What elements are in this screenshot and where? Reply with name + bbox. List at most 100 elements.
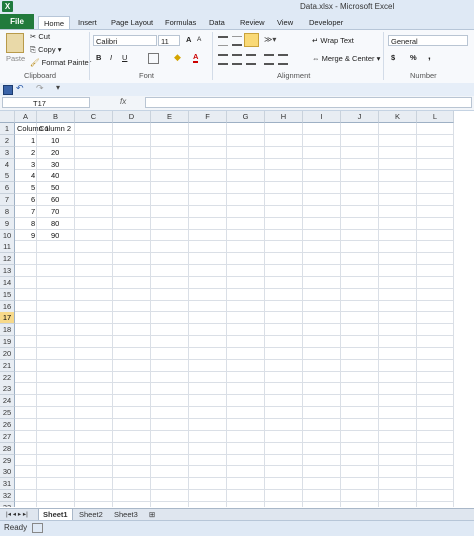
cell-b4[interactable]: 30: [51, 159, 59, 171]
cell-b3[interactable]: 20: [51, 147, 59, 159]
cut-button[interactable]: ✂ Cut: [30, 32, 50, 41]
italic-button[interactable]: I: [110, 53, 112, 62]
column-header-b[interactable]: B: [37, 111, 75, 123]
row-header-3[interactable]: 3: [0, 146, 15, 159]
row-header-30[interactable]: 30: [0, 466, 15, 479]
column-header-h[interactable]: H: [265, 111, 303, 123]
row-header-27[interactable]: 27: [0, 430, 15, 443]
tab-home[interactable]: Home: [38, 16, 70, 30]
row-header-28[interactable]: 28: [0, 442, 15, 455]
row-header-10[interactable]: 10: [0, 229, 15, 242]
insert-function-button[interactable]: fx: [120, 97, 126, 106]
row-header-16[interactable]: 16: [0, 300, 15, 313]
row-header-23[interactable]: 23: [0, 383, 15, 396]
cell-b10[interactable]: 90: [51, 230, 59, 242]
row-header-13[interactable]: 13: [0, 265, 15, 278]
row-header-25[interactable]: 25: [0, 407, 15, 420]
cell-a9[interactable]: 8: [31, 218, 35, 230]
sheet-nav-arrows-icon[interactable]: |◂ ◂ ▸ ▸|: [2, 509, 32, 520]
row-header-14[interactable]: 14: [0, 276, 15, 289]
borders-icon[interactable]: [148, 53, 159, 64]
decrease-indent-icon[interactable]: [264, 54, 274, 65]
tab-review[interactable]: Review: [240, 16, 265, 29]
align-bottom-icon[interactable]: [244, 33, 259, 47]
macro-record-icon[interactable]: [32, 523, 43, 533]
align-top-icon[interactable]: [218, 36, 228, 46]
underline-button[interactable]: U: [122, 53, 127, 62]
number-format-select[interactable]: General: [388, 35, 468, 46]
column-header-l[interactable]: L: [417, 111, 454, 123]
row-header-6[interactable]: 6: [0, 182, 15, 195]
tab-view[interactable]: View: [277, 16, 293, 29]
row-header-20[interactable]: 20: [0, 347, 15, 360]
row-header-2[interactable]: 2: [0, 134, 15, 147]
cell-a7[interactable]: 6: [31, 194, 35, 206]
row-header-19[interactable]: 19: [0, 336, 15, 349]
redo-icon[interactable]: ↷: [36, 83, 44, 94]
name-box[interactable]: T17: [2, 97, 90, 108]
font-size-select[interactable]: 11: [158, 35, 180, 46]
cell-b2[interactable]: 10: [51, 135, 59, 147]
row-header-31[interactable]: 31: [0, 478, 15, 491]
customize-toolbar-icon[interactable]: ▾: [56, 83, 60, 92]
merge-center-button[interactable]: ⇔ Merge & Center ▾: [312, 54, 380, 63]
tab-insert[interactable]: Insert: [78, 16, 97, 29]
align-left-icon[interactable]: [218, 54, 228, 65]
bold-button[interactable]: B: [96, 53, 101, 62]
select-all-corner[interactable]: [0, 111, 15, 123]
copy-button[interactable]: ⎘ Copy ▾: [30, 45, 61, 55]
row-header-18[interactable]: 18: [0, 324, 15, 337]
cell-b5[interactable]: 40: [51, 170, 59, 182]
sheet-tab-sheet2[interactable]: Sheet2: [75, 509, 107, 520]
paste-icon[interactable]: [6, 33, 24, 53]
cell-b1[interactable]: Column 2: [39, 123, 71, 135]
increase-indent-icon[interactable]: [278, 54, 288, 65]
column-header-f[interactable]: F: [189, 111, 227, 123]
column-header-a[interactable]: A: [15, 111, 37, 123]
align-middle-icon[interactable]: [232, 36, 242, 46]
column-header-k[interactable]: K: [379, 111, 417, 123]
tab-data[interactable]: Data: [209, 16, 225, 29]
sheet-tab-sheet3[interactable]: Sheet3: [110, 509, 142, 520]
row-header-21[interactable]: 21: [0, 359, 15, 372]
tab-formulas[interactable]: Formulas: [165, 16, 196, 29]
align-center-icon[interactable]: [232, 54, 242, 65]
column-header-e[interactable]: E: [151, 111, 189, 123]
font-color-button[interactable]: A: [193, 52, 199, 63]
paste-button[interactable]: Paste: [6, 54, 25, 63]
percent-button[interactable]: %: [410, 53, 417, 62]
row-header-22[interactable]: 22: [0, 371, 15, 384]
column-header-d[interactable]: D: [113, 111, 151, 123]
cell-b7[interactable]: 60: [51, 194, 59, 206]
row-header-32[interactable]: 32: [0, 490, 15, 503]
row-header-15[interactable]: 15: [0, 288, 15, 301]
row-header-8[interactable]: 8: [0, 205, 15, 218]
row-header-5[interactable]: 5: [0, 170, 15, 183]
cell-a5[interactable]: 4: [31, 170, 35, 182]
format-painter-button[interactable]: 🖌 Format Painter: [30, 58, 91, 67]
cell-a10[interactable]: 9: [31, 230, 35, 242]
grow-font-button[interactable]: A: [186, 35, 191, 44]
row-header-33[interactable]: 33: [0, 501, 15, 507]
cell-a6[interactable]: 5: [31, 182, 35, 194]
cell-a3[interactable]: 2: [31, 147, 35, 159]
row-header-4[interactable]: 4: [0, 158, 15, 171]
column-header-j[interactable]: J: [341, 111, 379, 123]
row-header-11[interactable]: 11: [0, 241, 15, 254]
save-icon[interactable]: [3, 85, 13, 95]
cell-b8[interactable]: 70: [51, 206, 59, 218]
tab-file[interactable]: File: [0, 14, 34, 29]
column-header-c[interactable]: C: [75, 111, 113, 123]
fill-color-icon[interactable]: ◆: [174, 52, 181, 63]
row-header-9[interactable]: 9: [0, 217, 15, 230]
formula-input[interactable]: [145, 97, 472, 108]
insert-sheet-icon[interactable]: ⊞: [145, 509, 159, 520]
currency-button[interactable]: $: [391, 53, 395, 62]
row-header-17[interactable]: 17: [0, 312, 15, 325]
excel-app-icon[interactable]: X: [2, 1, 13, 12]
cell-b9[interactable]: 80: [51, 218, 59, 230]
cell-a2[interactable]: 1: [31, 135, 35, 147]
row-header-12[interactable]: 12: [0, 253, 15, 266]
align-right-icon[interactable]: [246, 54, 256, 65]
column-header-g[interactable]: G: [227, 111, 265, 123]
